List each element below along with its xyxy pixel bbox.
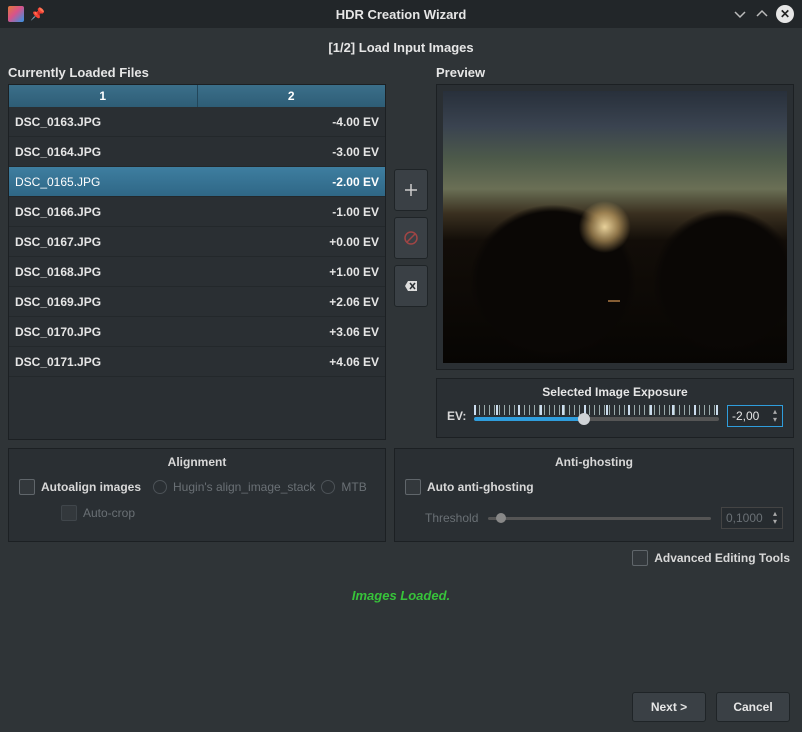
- preview-frame: [436, 84, 794, 370]
- alignment-panel: Alignment Autoalign images Hugin's align…: [8, 448, 386, 542]
- mtb-radio: [321, 480, 335, 494]
- auto-antighost-checkbox[interactable]: [405, 479, 421, 495]
- advanced-checkbox[interactable]: [632, 550, 648, 566]
- table-row[interactable]: DSC_0165.JPG-2.00 EV: [9, 167, 385, 197]
- autoalign-checkbox[interactable]: [19, 479, 35, 495]
- table-row[interactable]: DSC_0171.JPG+4.06 EV: [9, 347, 385, 377]
- spin-down-icon: ▾: [770, 518, 780, 526]
- step-label: [1/2] Load Input Images: [8, 34, 794, 65]
- preview-label: Preview: [436, 65, 794, 80]
- window-title: HDR Creation Wizard: [0, 7, 802, 22]
- threshold-spinbox: 0,1000 ▴▾: [721, 507, 783, 529]
- table-row[interactable]: DSC_0169.JPG+2.06 EV: [9, 287, 385, 317]
- threshold-slider: [488, 511, 711, 525]
- ev-cell: -3.00 EV: [289, 145, 379, 159]
- filename-cell: DSC_0171.JPG: [15, 355, 289, 369]
- autoalign-label: Autoalign images: [41, 480, 141, 494]
- next-button[interactable]: Next >: [632, 692, 706, 722]
- loaded-files-label: Currently Loaded Files: [8, 65, 386, 80]
- col-header-1[interactable]: 1: [9, 85, 198, 107]
- table-row[interactable]: DSC_0164.JPG-3.00 EV: [9, 137, 385, 167]
- filename-cell: DSC_0170.JPG: [15, 325, 289, 339]
- auto-antighost-label: Auto anti-ghosting: [427, 480, 534, 494]
- remove-button[interactable]: [394, 217, 428, 259]
- hugin-label: Hugin's align_image_stack: [173, 480, 315, 494]
- filename-cell: DSC_0164.JPG: [15, 145, 289, 159]
- cancel-button[interactable]: Cancel: [716, 692, 790, 722]
- autocrop-checkbox: [61, 505, 77, 521]
- table-row[interactable]: DSC_0163.JPG-4.00 EV: [9, 107, 385, 137]
- hugin-radio: [153, 480, 167, 494]
- minimize-icon[interactable]: [732, 6, 748, 22]
- exposure-panel: Selected Image Exposure EV: -2,00 ▴▾: [436, 378, 794, 438]
- files-table: 1 2 DSC_0163.JPG-4.00 EVDSC_0164.JPG-3.0…: [8, 84, 386, 440]
- ghosting-title: Anti-ghosting: [405, 455, 783, 469]
- advanced-label: Advanced Editing Tools: [654, 551, 790, 565]
- filename-cell: DSC_0168.JPG: [15, 265, 289, 279]
- ev-cell: +4.06 EV: [289, 355, 379, 369]
- ev-cell: +0.00 EV: [289, 235, 379, 249]
- close-icon[interactable]: ✕: [776, 5, 794, 23]
- filename-cell: DSC_0166.JPG: [15, 205, 289, 219]
- clear-button[interactable]: [394, 265, 428, 307]
- ev-value: -2,00: [732, 409, 759, 423]
- filename-cell: DSC_0163.JPG: [15, 115, 289, 129]
- filename-cell: DSC_0165.JPG: [15, 175, 289, 189]
- autocrop-label: Auto-crop: [83, 506, 135, 520]
- app-icon: [8, 6, 24, 22]
- ev-label: EV:: [447, 409, 466, 423]
- ev-cell: +3.06 EV: [289, 325, 379, 339]
- exposure-title: Selected Image Exposure: [447, 385, 783, 399]
- ev-cell: -4.00 EV: [289, 115, 379, 129]
- ev-cell: -1.00 EV: [289, 205, 379, 219]
- table-row[interactable]: DSC_0168.JPG+1.00 EV: [9, 257, 385, 287]
- col-header-2[interactable]: 2: [198, 85, 386, 107]
- status-message: Images Loaded.: [8, 588, 794, 603]
- titlebar: 📌 HDR Creation Wizard ✕: [0, 0, 802, 28]
- ev-cell: -2.00 EV: [289, 175, 379, 189]
- filename-cell: DSC_0169.JPG: [15, 295, 289, 309]
- maximize-icon[interactable]: [754, 6, 770, 22]
- threshold-label: Threshold: [425, 511, 478, 525]
- table-row[interactable]: DSC_0170.JPG+3.06 EV: [9, 317, 385, 347]
- mtb-label: MTB: [341, 480, 366, 494]
- table-row[interactable]: DSC_0167.JPG+0.00 EV: [9, 227, 385, 257]
- pin-icon[interactable]: 📌: [30, 7, 45, 21]
- preview-image: [443, 91, 787, 363]
- ev-cell: +2.06 EV: [289, 295, 379, 309]
- threshold-value: 0,1000: [726, 511, 763, 525]
- ghosting-panel: Anti-ghosting Auto anti-ghosting Thresho…: [394, 448, 794, 542]
- table-row[interactable]: DSC_0166.JPG-1.00 EV: [9, 197, 385, 227]
- ev-cell: +1.00 EV: [289, 265, 379, 279]
- ev-spinbox[interactable]: -2,00 ▴▾: [727, 405, 783, 427]
- alignment-title: Alignment: [19, 455, 375, 469]
- add-button[interactable]: [394, 169, 428, 211]
- ev-slider[interactable]: [474, 405, 719, 427]
- filename-cell: DSC_0167.JPG: [15, 235, 289, 249]
- spin-down-icon[interactable]: ▾: [770, 416, 780, 424]
